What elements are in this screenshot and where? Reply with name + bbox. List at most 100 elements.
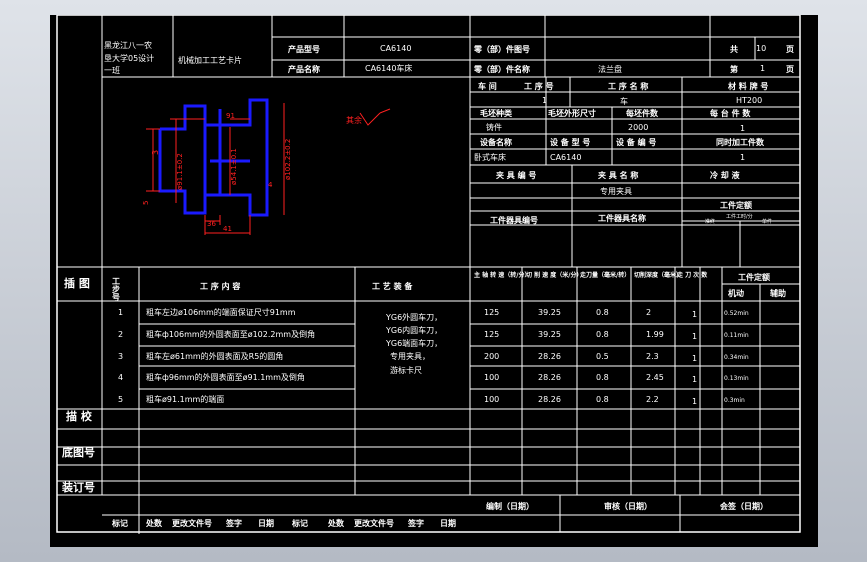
blank-type-label: 毛坯种类 <box>480 108 512 118</box>
material: HT200 <box>736 96 762 105</box>
revision-col-label: 签字 <box>225 518 242 528</box>
row-speed: 125 <box>484 330 499 339</box>
time-quota-label: 工件定额 <box>720 200 752 210</box>
revision-columns: 标记 处数 更改文件号 签字 日期 标记 处数 更改文件号 签字 日期 <box>111 518 456 528</box>
row-time: 0.3min <box>724 397 745 404</box>
revision-col-label: 签字 <box>407 518 424 528</box>
school-line-3: 一班 <box>104 65 120 75</box>
binding-label: 装订号 <box>61 480 95 494</box>
op-no-label: 工 序 号 <box>524 81 554 91</box>
prep-label: 准终 <box>705 218 715 225</box>
hdr-cut-speed: 切 削 速 度（米/分） <box>526 271 582 279</box>
surface-note: 其余 <box>346 115 362 125</box>
fixture-name: 专用夹具 <box>600 186 632 196</box>
school-line-1: 黑龙江八一农 <box>104 40 152 50</box>
row-depth: 2.45 <box>646 373 664 382</box>
dim-5: 5 <box>142 201 150 205</box>
revision-col-label: 更改文件号 <box>354 518 394 528</box>
revision-col-label: 标记 <box>291 518 308 528</box>
hdr-speed: 主 轴 转 速（转/分） <box>474 271 530 279</box>
hdr-feed: 走刀量（毫米/转） <box>580 271 630 279</box>
blank-count-label: 每坯件数 <box>626 108 659 118</box>
product-model: CA6140 <box>380 44 411 53</box>
dim-d54: ø54.1±0.1 <box>230 148 238 185</box>
total-unit: 页 <box>786 45 794 54</box>
concurrent-label: 同时加工件数 <box>716 137 765 147</box>
blank-size-label: 毛坯外形尺寸 <box>548 108 596 118</box>
dim-36: 36 <box>207 220 216 228</box>
row-content: 粗车ø91.1mm的端面 <box>146 394 224 404</box>
review-label: 审核（日期） <box>604 501 652 511</box>
part-name-label: 零（部）件名称 <box>473 64 530 74</box>
sheet-label: 第 <box>730 64 738 74</box>
total-label: 共 <box>730 44 738 54</box>
single-label: 单件 <box>762 218 772 225</box>
hdr-aux: 辅助 <box>770 288 786 298</box>
row-feed: 0.5 <box>596 352 609 361</box>
row-content: 粗车ф96mm的外圆表面至ø91.1mm及倒角 <box>146 372 305 382</box>
row-step-no: 3 <box>118 352 123 361</box>
workshop-label: 车 间 <box>478 81 497 91</box>
sheet-no: 1 <box>760 64 765 73</box>
row-depth: 2 <box>646 308 651 317</box>
part-name: 法兰盘 <box>598 64 622 74</box>
row-cut-speed: 28.26 <box>538 352 561 361</box>
hdr-step: 工步号 <box>112 277 121 302</box>
equip-line-3: YG6端面车刀， <box>385 338 442 348</box>
dim-d102: ø102.2±0.2 <box>284 139 292 180</box>
op-name-label: 工 序 名 称 <box>608 81 648 91</box>
row-depth: 2.3 <box>646 352 659 361</box>
equip-line-4: 专用夹具， <box>390 351 430 361</box>
dim-91: 91 <box>226 112 235 120</box>
row-depth: 2.2 <box>646 395 659 404</box>
equipment-list: YG6外圆车刀， YG6内圆车刀， YG6端面车刀， 专用夹具， 游标卡尺 <box>385 312 442 375</box>
row-time: 0.13min <box>724 375 749 382</box>
row-cut-speed: 28.26 <box>538 373 561 382</box>
cad-viewport: 黑龙江八一农 垦大学05设计 一班 机械加工工艺卡片 产品型号 CA6140 产… <box>0 0 867 562</box>
equip-no-label: 设 备 编 号 <box>616 137 656 147</box>
row-cut-speed: 39.25 <box>538 330 561 339</box>
hdr-passes: 走 刀 次 数 <box>677 271 708 279</box>
row-time: 0.11min <box>724 332 749 339</box>
row-passes: 1 <box>692 354 697 363</box>
equip-name-label: 设备名称 <box>480 137 512 147</box>
dim-d91: ø91.1±0.2 <box>176 153 184 190</box>
row-feed: 0.8 <box>596 330 609 339</box>
row-speed: 100 <box>484 395 499 404</box>
fixture-no-label: 夹 具 编 号 <box>496 170 536 180</box>
row-step-no: 1 <box>118 308 123 317</box>
row-speed: 100 <box>484 373 499 382</box>
revision-col-label: 更改文件号 <box>172 518 212 528</box>
blank-type: 铸件 <box>486 122 502 132</box>
process-card-svg: 黑龙江八一农 垦大学05设计 一班 机械加工工艺卡片 产品型号 CA6140 产… <box>56 15 801 534</box>
product-name: CA6140车床 <box>365 63 412 73</box>
row-depth: 1.99 <box>646 330 664 339</box>
process-card-sheet: 黑龙江八一农 垦大学05设计 一班 机械加工工艺卡片 产品型号 CA6140 产… <box>50 15 818 547</box>
sign-label: 会签（日期） <box>720 501 768 511</box>
op-name: 车 <box>620 96 628 106</box>
row-step-no: 2 <box>118 330 123 339</box>
row-passes: 1 <box>692 397 697 406</box>
time-quota-sub: 工件工时/分 <box>726 213 753 220</box>
revision-col-label: 处数 <box>327 518 345 528</box>
equip-model: CA6140 <box>550 153 581 162</box>
row-content: 粗车左边ø106mm的端面保证尺寸91mm <box>146 307 296 317</box>
dim-3: 3 <box>151 150 160 155</box>
row-feed: 0.8 <box>596 308 609 317</box>
hdr-content: 工 序 内 容 <box>200 281 240 291</box>
equip-line-5: 游标卡尺 <box>390 365 422 375</box>
row-cut-speed: 39.25 <box>538 308 561 317</box>
row-speed: 200 <box>484 352 499 361</box>
hdr-machine: 机动 <box>728 288 744 298</box>
dim-41: 41 <box>223 225 232 233</box>
part-drawing: 3 ø91.1±0.2 ø54.1±0.1 ø102.2±0.2 5 36 41… <box>142 98 391 235</box>
revision-col-label: 处数 <box>145 518 163 528</box>
revision-col-label: 日期 <box>440 518 456 528</box>
blank-count: 2000 <box>628 123 648 132</box>
total-pages: 10 <box>756 44 766 53</box>
sketch-label: 插 图 <box>64 276 90 290</box>
school-line-2: 垦大学05设计 <box>104 53 154 63</box>
fixture-name-label: 夹 具 名 称 <box>598 170 638 180</box>
row-passes: 1 <box>692 310 697 319</box>
row-content: 粗车左ø61mm的外圆表面及R5的圆角 <box>146 351 283 361</box>
